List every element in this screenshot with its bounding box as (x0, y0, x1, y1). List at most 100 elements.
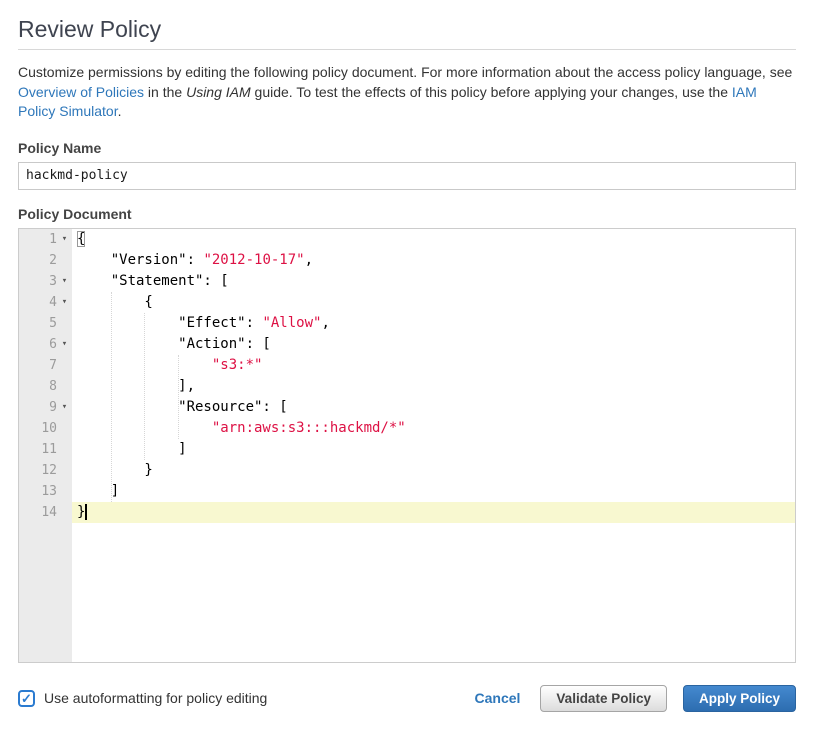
fold-caret-icon[interactable]: ▾ (57, 397, 72, 418)
gutter-cell: 11 (19, 439, 72, 460)
policy-document-editor[interactable]: 1▾{2 "Version": "2012-10-17",3▾ "Stateme… (18, 228, 796, 663)
line-number: 4 (49, 292, 57, 313)
code-line[interactable]: } (72, 460, 795, 481)
line-number: 7 (49, 355, 57, 376)
editor-line[interactable]: 7 "s3:*" (19, 355, 795, 376)
code-line[interactable]: "Action": [ (72, 334, 795, 355)
gutter-cell: 1▾ (19, 229, 72, 250)
autoformat-group: ✓ Use autoformatting for policy editing (18, 690, 267, 707)
validate-policy-button[interactable]: Validate Policy (540, 685, 667, 712)
code-line[interactable]: ], (72, 376, 795, 397)
code-token: "Action": [ (77, 336, 271, 352)
fold-caret-icon[interactable]: ▾ (57, 229, 72, 250)
code-line[interactable]: "Statement": [ (72, 271, 795, 292)
code-line[interactable]: { (72, 292, 795, 313)
title-divider (18, 49, 796, 50)
editor-line[interactable]: 9▾ "Resource": [ (19, 397, 795, 418)
code-token: { (77, 294, 153, 310)
gutter-cell: 6▾ (19, 334, 72, 355)
code-string-token: "s3:*" (212, 357, 263, 373)
policy-document-label: Policy Document (18, 206, 796, 222)
line-number: 12 (41, 460, 57, 481)
gutter-cell: 9▾ (19, 397, 72, 418)
line-number: 3 (49, 271, 57, 292)
text-cursor (85, 504, 87, 520)
editor-line[interactable]: 1▾ { (19, 229, 795, 250)
code-line[interactable]: } (72, 502, 795, 523)
line-number: 10 (41, 418, 57, 439)
editor-line[interactable]: 14} (19, 502, 795, 523)
line-number: 1 (49, 229, 57, 250)
code-line[interactable]: "Effect": "Allow", (72, 313, 795, 334)
gutter-cell: 12 (19, 460, 72, 481)
gutter-cell: 7 (19, 355, 72, 376)
code-token: } (77, 462, 153, 478)
fold-caret-icon[interactable]: ▾ (57, 334, 72, 355)
checkmark-icon: ✓ (21, 692, 32, 705)
autoformat-checkbox[interactable]: ✓ (18, 690, 35, 707)
editor-line[interactable]: 11 ] (19, 439, 795, 460)
code-token: "Effect": (77, 315, 262, 331)
code-token (77, 357, 212, 373)
code-string-token: "arn:aws:s3:::hackmd/*" (212, 420, 406, 436)
editor-line[interactable]: 4▾ { (19, 292, 795, 313)
policy-name-input[interactable] (18, 162, 796, 190)
code-string-token: "2012-10-17" (203, 252, 304, 268)
intro-part-2: in the (144, 84, 186, 100)
line-number: 14 (41, 502, 57, 523)
line-number: 5 (49, 313, 57, 334)
code-line[interactable]: ] (72, 439, 795, 460)
code-token: ] (77, 441, 187, 457)
apply-policy-button[interactable]: Apply Policy (683, 685, 796, 712)
editor-line[interactable]: 3▾ "Statement": [ (19, 271, 795, 292)
footer-actions: Cancel Validate Policy Apply Policy (475, 685, 797, 712)
matched-brace-token: { (77, 231, 85, 247)
gutter-cell: 13 (19, 481, 72, 502)
code-line[interactable]: ] (72, 481, 795, 502)
page-title: Review Policy (18, 15, 796, 43)
editor-line[interactable]: 6▾ "Action": [ (19, 334, 795, 355)
code-line[interactable]: "Resource": [ (72, 397, 795, 418)
line-number: 9 (49, 397, 57, 418)
editor-line[interactable]: 2 "Version": "2012-10-17", (19, 250, 795, 271)
overview-of-policies-link[interactable]: Overview of Policies (18, 84, 144, 100)
gutter-cell: 4▾ (19, 292, 72, 313)
review-policy-page: Review Policy Customize permissions by e… (0, 15, 814, 712)
editor-line[interactable]: 8 ], (19, 376, 795, 397)
code-line[interactable]: "arn:aws:s3:::hackmd/*" (72, 418, 795, 439)
code-line[interactable]: "s3:*" (72, 355, 795, 376)
gutter-cell: 14 (19, 502, 72, 523)
gutter-cell: 3▾ (19, 271, 72, 292)
intro-part-1: Customize permissions by editing the fol… (18, 64, 792, 80)
code-line[interactable]: { (72, 229, 795, 250)
code-token: , (321, 315, 329, 331)
editor-line[interactable]: 5 "Effect": "Allow", (19, 313, 795, 334)
editor-lines: 1▾{2 "Version": "2012-10-17",3▾ "Stateme… (19, 229, 795, 523)
code-token: "Version": (77, 252, 203, 268)
editor-line[interactable]: 10 "arn:aws:s3:::hackmd/*" (19, 418, 795, 439)
code-token: , (305, 252, 313, 268)
fold-caret-icon[interactable]: ▾ (57, 292, 72, 313)
code-line[interactable]: "Version": "2012-10-17", (72, 250, 795, 271)
line-number: 11 (41, 439, 57, 460)
line-number: 2 (49, 250, 57, 271)
code-token: "Resource": [ (77, 399, 288, 415)
line-number: 8 (49, 376, 57, 397)
line-number: 13 (41, 481, 57, 502)
code-token: ], (77, 378, 195, 394)
fold-caret-icon[interactable]: ▾ (57, 271, 72, 292)
line-number: 6 (49, 334, 57, 355)
footer-bar: ✓ Use autoformatting for policy editing … (18, 685, 796, 712)
intro-part-4: . (118, 103, 122, 119)
code-token: "Statement": [ (77, 273, 229, 289)
editor-line[interactable]: 12 } (19, 460, 795, 481)
editor-line[interactable]: 13 ] (19, 481, 795, 502)
intro-part-3: guide. To test the effects of this polic… (251, 84, 732, 100)
cancel-link[interactable]: Cancel (475, 690, 521, 706)
using-iam-italic: Using IAM (186, 84, 251, 100)
code-token: } (77, 504, 85, 520)
gutter-cell: 10 (19, 418, 72, 439)
intro-text: Customize permissions by editing the fol… (18, 63, 796, 122)
code-token: ] (77, 483, 119, 499)
policy-name-label: Policy Name (18, 140, 796, 156)
